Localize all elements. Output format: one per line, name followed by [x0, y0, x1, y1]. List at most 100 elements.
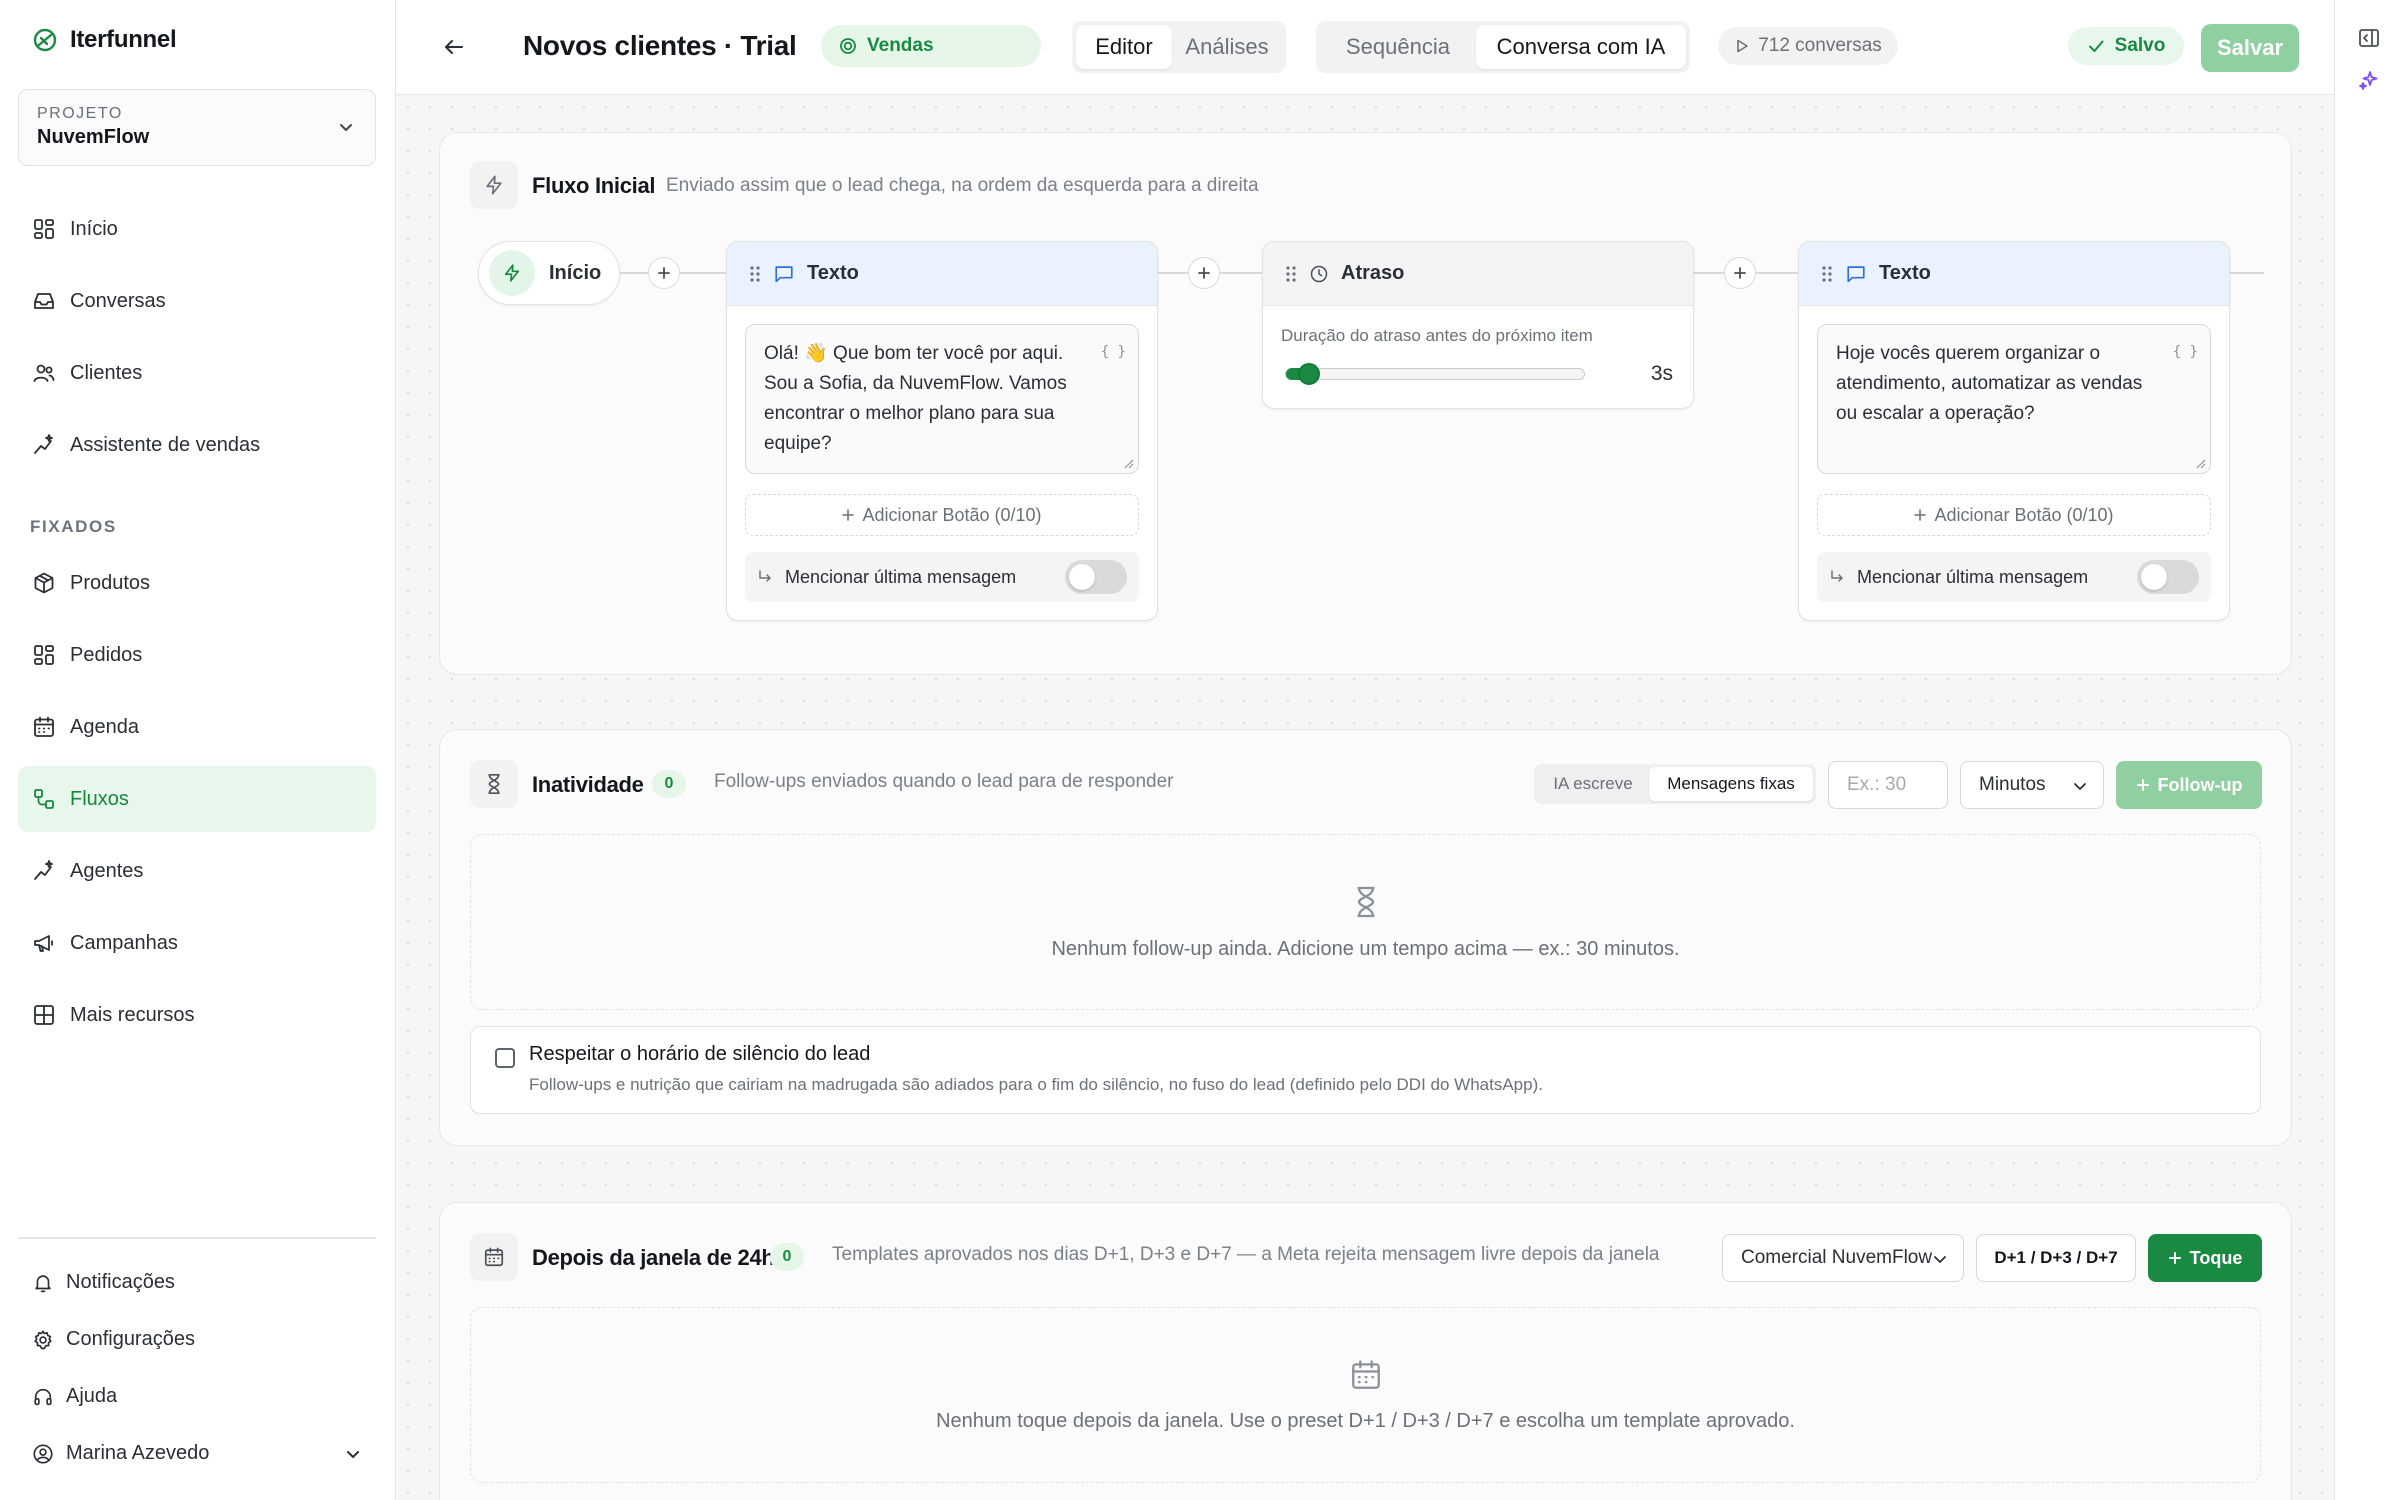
delay-slider-thumb[interactable]	[1298, 363, 1320, 385]
mention-toggle[interactable]	[1065, 560, 1127, 594]
delay-body: Duração do atraso antes do próximo item …	[1263, 306, 1693, 408]
ai-sparkles-icon[interactable]	[2357, 68, 2381, 92]
headphones-icon	[32, 1386, 54, 1408]
lightning-icon	[489, 250, 535, 296]
panel-title: Depois da janela de 24h	[532, 1245, 775, 1270]
empty-state-text: Nenhum toque depois da janela. Use o pre…	[936, 1409, 1795, 1432]
delay-value: 3s	[1650, 362, 1673, 385]
tab-conversa-ia[interactable]: Conversa com IA	[1476, 25, 1686, 69]
after-window-panel: Depois da janela de 24h 0 Templates apro…	[439, 1202, 2292, 1500]
add-button-button[interactable]: Adicionar Botão (0/10)	[745, 494, 1139, 536]
touch-empty-state: Nenhum toque depois da janela. Use o pre…	[470, 1307, 2261, 1483]
project-selector[interactable]: PROJETO NuvemFlow	[18, 89, 376, 166]
delay-slider-row: 3s	[1281, 362, 1675, 386]
nav-item-produtos[interactable]: Produtos	[18, 550, 376, 616]
nav-item-label: Conversas	[70, 289, 166, 312]
resize-handle-icon[interactable]	[1124, 459, 1134, 469]
start-label: Início	[549, 261, 602, 284]
template-select[interactable]: Comercial NuvemFlow	[1722, 1234, 1964, 1282]
save-button[interactable]: Salvar	[2201, 24, 2299, 72]
variable-button[interactable]: { }	[1101, 337, 1126, 367]
brand[interactable]: Iterfunnel	[32, 26, 177, 54]
nav-item-agentes[interactable]: Agentes	[18, 838, 376, 904]
mode-fixed-messages[interactable]: Mensagens fixas	[1649, 767, 1813, 801]
nav-item-inicio[interactable]: Início	[18, 196, 376, 262]
add-step-button[interactable]	[648, 257, 680, 289]
bottom-nav: Notificações Configurações Ajuda Marina …	[18, 1254, 376, 1482]
text-node[interactable]: Texto Hoje vocês querem organizar o aten…	[1798, 241, 2230, 621]
connector	[1158, 272, 1188, 274]
start-node[interactable]: Início	[478, 241, 620, 305]
nav-item-label: Agentes	[70, 859, 144, 882]
brand-name: Iterfunnel	[70, 26, 177, 53]
connector	[1220, 272, 1262, 274]
tab-analises[interactable]: Análises	[1172, 25, 1282, 69]
add-step-button[interactable]	[1188, 257, 1220, 289]
sidebar: Iterfunnel PROJETO NuvemFlow Início Conv…	[0, 0, 396, 1500]
nav-item-configuracoes[interactable]: Configurações	[18, 1311, 376, 1368]
nav-item-campanhas[interactable]: Campanhas	[18, 910, 376, 976]
add-followup-button[interactable]: Follow-up	[2116, 761, 2262, 809]
message-textarea[interactable]: Olá! 👋 Que bom ter você por aqui. Sou a …	[745, 324, 1139, 474]
sidebar-divider	[18, 1237, 376, 1239]
variable-button[interactable]: { }	[2173, 337, 2198, 367]
add-touch-button[interactable]: Toque	[2148, 1234, 2262, 1282]
drag-handle-icon[interactable]	[1285, 264, 1297, 284]
hourglass-icon	[470, 760, 518, 808]
mode-ai-writes[interactable]: IA escreve	[1537, 767, 1649, 801]
plus-icon	[1914, 509, 1927, 521]
channel-badge[interactable]: Vendas	[821, 25, 1041, 67]
nav-item-fluxos[interactable]: Fluxos	[18, 766, 376, 832]
time-unit-select[interactable]: Minutos	[1960, 761, 2104, 809]
delay-node[interactable]: Atraso Duração do atraso antes do próxim…	[1262, 241, 1694, 409]
user-menu[interactable]: Marina Azevedo	[18, 1425, 376, 1482]
conversations-badge[interactable]: 712 conversas	[1718, 27, 1898, 65]
chevron-down-icon	[337, 118, 355, 136]
nav-item-label: Mais recursos	[70, 1003, 195, 1026]
nav-item-clientes[interactable]: Clientes	[18, 340, 376, 406]
mention-last-message-row: Mencionar última mensagem	[1817, 552, 2211, 602]
resize-handle-icon[interactable]	[2196, 459, 2206, 469]
message-textarea[interactable]: Hoje vocês querem organizar o atendiment…	[1817, 324, 2211, 474]
grid-icon	[32, 1003, 56, 1027]
quiet-hours-option[interactable]: Respeitar o horário de silêncio do lead …	[470, 1026, 2261, 1114]
tab-editor[interactable]: Editor	[1076, 25, 1172, 69]
mention-label: Mencionar última mensagem	[1857, 566, 2089, 587]
nav-item-mais-recursos[interactable]: Mais recursos	[18, 982, 376, 1048]
lightning-icon	[470, 161, 518, 209]
drag-handle-icon[interactable]	[749, 264, 761, 284]
nav-item-label: Clientes	[70, 361, 143, 384]
panel-toggle-icon[interactable]	[2357, 26, 2381, 50]
mode-tabs: Sequência Conversa com IA	[1316, 21, 1690, 73]
nav-item-agenda[interactable]: Agenda	[18, 694, 376, 760]
nav-item-pedidos[interactable]: Pedidos	[18, 622, 376, 688]
nav-item-conversas[interactable]: Conversas	[18, 268, 376, 334]
nav-item-ajuda[interactable]: Ajuda	[18, 1368, 376, 1425]
add-button-button[interactable]: Adicionar Botão (0/10)	[1817, 494, 2211, 536]
panel-title: Inatividade	[532, 772, 644, 797]
tab-sequencia[interactable]: Sequência	[1320, 25, 1476, 69]
node-header: Texto	[727, 242, 1157, 306]
message-text: Hoje vocês querem organizar o atendiment…	[1836, 343, 2143, 424]
nav-item-assistente[interactable]: Assistente de vendas	[18, 412, 376, 478]
chevron-down-icon	[2071, 777, 2089, 795]
plus-icon	[2168, 1251, 2182, 1265]
add-touch-label: Toque	[2189, 1247, 2243, 1268]
add-step-button[interactable]	[1724, 257, 1756, 289]
flow-canvas[interactable]: Fluxo Inicial Enviado assim que o lead c…	[397, 96, 2334, 1500]
mention-toggle[interactable]	[2137, 560, 2199, 594]
chevron-down-icon	[344, 1445, 362, 1463]
reply-arrow-icon	[1829, 569, 1845, 585]
delay-slider[interactable]	[1285, 363, 1585, 385]
followup-time-input[interactable]	[1828, 761, 1948, 809]
count-badge: 0	[652, 770, 686, 798]
channel-badge-label: Vendas	[867, 35, 934, 56]
back-arrow-icon[interactable]	[442, 35, 466, 59]
quiet-hours-checkbox[interactable]	[495, 1048, 515, 1068]
text-node[interactable]: Texto Olá! 👋 Que bom ter você por aqui. …	[726, 241, 1158, 621]
user-name: Marina Azevedo	[66, 1442, 210, 1464]
drag-handle-icon[interactable]	[1821, 264, 1833, 284]
nav-item-notificacoes[interactable]: Notificações	[18, 1254, 376, 1311]
node-type-label: Texto	[807, 262, 859, 284]
preset-button[interactable]: D+1 / D+3 / D+7	[1976, 1234, 2136, 1282]
